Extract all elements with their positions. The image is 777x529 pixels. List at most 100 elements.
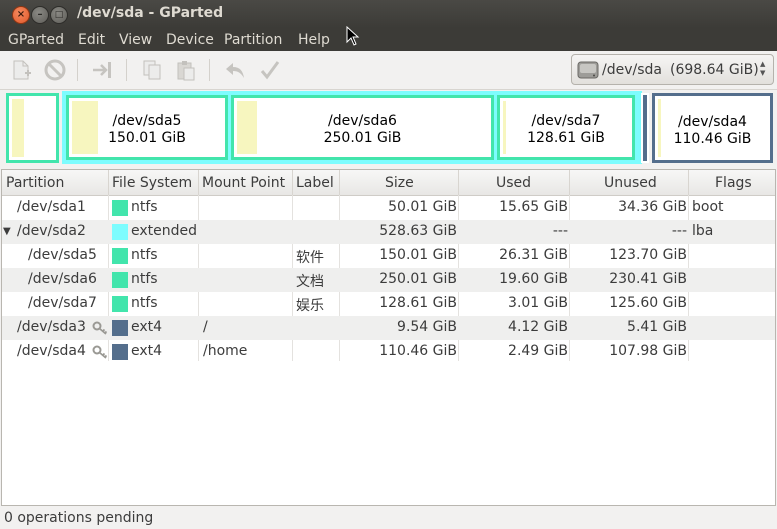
menu-view[interactable]: View — [119, 32, 152, 48]
cell-size: 128.61 GiB — [379, 295, 457, 311]
close-icon: × — [16, 9, 26, 20]
filesystem-color-swatch — [112, 200, 128, 216]
table-row[interactable]: /dev/sda3 ext4 / 9.54 GiB 4.12 GiB 5.41 GiB — [2, 316, 775, 340]
paste-icon[interactable] — [175, 59, 197, 81]
cell-size: 50.01 GiB — [388, 199, 457, 215]
column-header-mount-point[interactable]: Mount Point — [202, 175, 285, 191]
diskmap-partition-sda7[interactable]: /dev/sda7 128.61 GiB — [497, 95, 635, 160]
window-title: /dev/sda - GParted — [77, 5, 224, 21]
cell-size: 250.01 GiB — [379, 271, 457, 287]
menu-gparted[interactable]: GParted — [8, 32, 64, 48]
maximize-button[interactable]: □ — [50, 6, 68, 24]
cell-partition: /dev/sda1 — [17, 199, 86, 215]
combo-arrows-icon: ▲ ▼ — [760, 60, 766, 77]
key-icon — [92, 345, 108, 359]
device-selector[interactable]: /dev/sda (698.64 GiB) ▲ ▼ — [571, 54, 774, 85]
column-header-label[interactable]: Label — [296, 175, 334, 191]
toolbar-separator — [126, 59, 127, 81]
partition-table: Partition File System Mount Point Label … — [1, 169, 776, 506]
table-row[interactable]: /dev/sda7 ntfs 娱乐 128.61 GiB 3.01 GiB 125.60 … — [2, 292, 775, 316]
cell-size: 110.46 GiB — [379, 343, 457, 359]
cell-mount-point: / — [203, 319, 208, 335]
cell-label: 软件 — [296, 250, 324, 266]
cell-used: 4.12 GiB — [508, 319, 568, 335]
column-header-partition[interactable]: Partition — [6, 175, 64, 191]
minimize-icon: – — [37, 9, 43, 20]
cell-flags: lba — [692, 223, 714, 239]
diskmap-partition-sda5[interactable]: /dev/sda5 150.01 GiB — [66, 95, 228, 160]
cell-file-system: ntfs — [131, 271, 158, 287]
status-bar: 0 operations pending — [0, 507, 777, 529]
table-row[interactable]: ▼ /dev/sda2 extended 528.63 GiB --- --- lba — [2, 220, 775, 244]
cell-unused: --- — [671, 223, 687, 239]
hard-disk-icon — [577, 61, 599, 79]
mouse-cursor-icon — [346, 26, 360, 46]
diskmap-label-size: 110.46 GiB — [673, 131, 752, 147]
diskmap-partition-sda3[interactable] — [641, 93, 649, 163]
cell-file-system: ext4 — [131, 319, 163, 335]
filesystem-color-swatch — [112, 344, 128, 360]
column-header-size[interactable]: Size — [385, 175, 414, 191]
cell-used: 3.01 GiB — [508, 295, 568, 311]
cell-unused: 123.70 GiB — [609, 247, 687, 263]
cell-used: 2.49 GiB — [508, 343, 568, 359]
cell-label: 文档 — [296, 274, 324, 290]
diskmap-label-name: /dev/sda5 — [112, 113, 182, 129]
filesystem-color-swatch — [112, 224, 128, 240]
column-header-unused[interactable]: Unused — [604, 175, 657, 191]
cell-unused: 230.41 GiB — [609, 271, 687, 287]
minimize-button[interactable]: – — [31, 6, 49, 24]
device-name: /dev/sda — [602, 62, 662, 78]
cell-file-system: extended — [131, 223, 198, 239]
cell-unused: 34.36 GiB — [618, 199, 687, 215]
column-header-file-system[interactable]: File System — [112, 175, 192, 191]
table-row[interactable]: /dev/sda5 ntfs 软件 150.01 GiB 26.31 GiB 123.70… — [2, 244, 775, 268]
diskmap-extended-sda2[interactable]: /dev/sda5 150.01 GiB /dev/sda6 250.01 Gi… — [62, 91, 642, 164]
filesystem-color-swatch — [112, 296, 128, 312]
cell-unused: 107.98 GiB — [609, 343, 687, 359]
menu-bar: GParted Edit View Device Partition Help — [0, 28, 777, 51]
table-row[interactable]: /dev/sda4 ext4/home 110.46 GiB 2.49 GiB 107.… — [2, 340, 775, 364]
cell-used: 15.65 GiB — [499, 199, 568, 215]
apply-icon[interactable] — [259, 59, 281, 81]
toolbar-separator — [209, 59, 210, 81]
menu-edit[interactable]: Edit — [78, 32, 105, 48]
expander-icon[interactable]: ▼ — [3, 226, 11, 237]
diskmap-label-name: /dev/sda7 — [531, 113, 601, 129]
cell-file-system: ntfs — [131, 295, 158, 311]
maximize-icon: □ — [54, 9, 64, 20]
cell-file-system: ext4 — [131, 343, 163, 359]
status-text: 0 operations pending — [4, 510, 154, 526]
diskmap-partition-sda4[interactable]: /dev/sda4 110.46 GiB — [652, 93, 773, 163]
menu-partition[interactable]: Partition — [224, 32, 282, 48]
copy-icon[interactable] — [141, 59, 163, 81]
cell-flags: boot — [692, 199, 724, 215]
diskmap-partition-sda1[interactable] — [6, 93, 59, 163]
device-size: (698.64 GiB) — [670, 62, 759, 78]
table-row[interactable]: /dev/sda6 ntfs 文档 250.01 GiB 19.60 GiB 230.41… — [2, 268, 775, 292]
cell-partition: /dev/sda3 — [17, 319, 86, 335]
filesystem-color-swatch — [112, 272, 128, 288]
menu-device[interactable]: Device — [166, 32, 214, 48]
diskmap-label-name: /dev/sda4 — [678, 114, 747, 130]
new-partition-icon[interactable] — [10, 59, 32, 81]
diskmap-label-name: /dev/sda6 — [328, 113, 397, 129]
delete-icon[interactable] — [44, 59, 66, 81]
menu-help[interactable]: Help — [298, 32, 330, 48]
undo-icon[interactable] — [224, 59, 246, 81]
cell-size: 150.01 GiB — [379, 247, 457, 263]
filesystem-color-swatch — [112, 248, 128, 264]
column-header-flags[interactable]: Flags — [715, 175, 752, 191]
cell-used: --- — [552, 223, 568, 239]
close-button[interactable]: × — [12, 6, 30, 24]
cell-file-system: ntfs — [131, 247, 158, 263]
resize-move-icon[interactable] — [92, 59, 114, 81]
table-row[interactable]: /dev/sda1 ntfs 50.01 GiB 15.65 GiB 34.36 GiB… — [2, 196, 775, 220]
column-header-used[interactable]: Used — [496, 175, 531, 191]
disk-map: /dev/sda5 150.01 GiB /dev/sda6 250.01 Gi… — [3, 91, 774, 164]
diskmap-partition-sda6[interactable]: /dev/sda6 250.01 GiB — [231, 95, 494, 160]
cell-mount-point: /home — [203, 343, 248, 359]
filesystem-color-swatch — [112, 320, 128, 336]
diskmap-label-size: 128.61 GiB — [527, 130, 605, 146]
cell-label: 娱乐 — [296, 298, 324, 314]
